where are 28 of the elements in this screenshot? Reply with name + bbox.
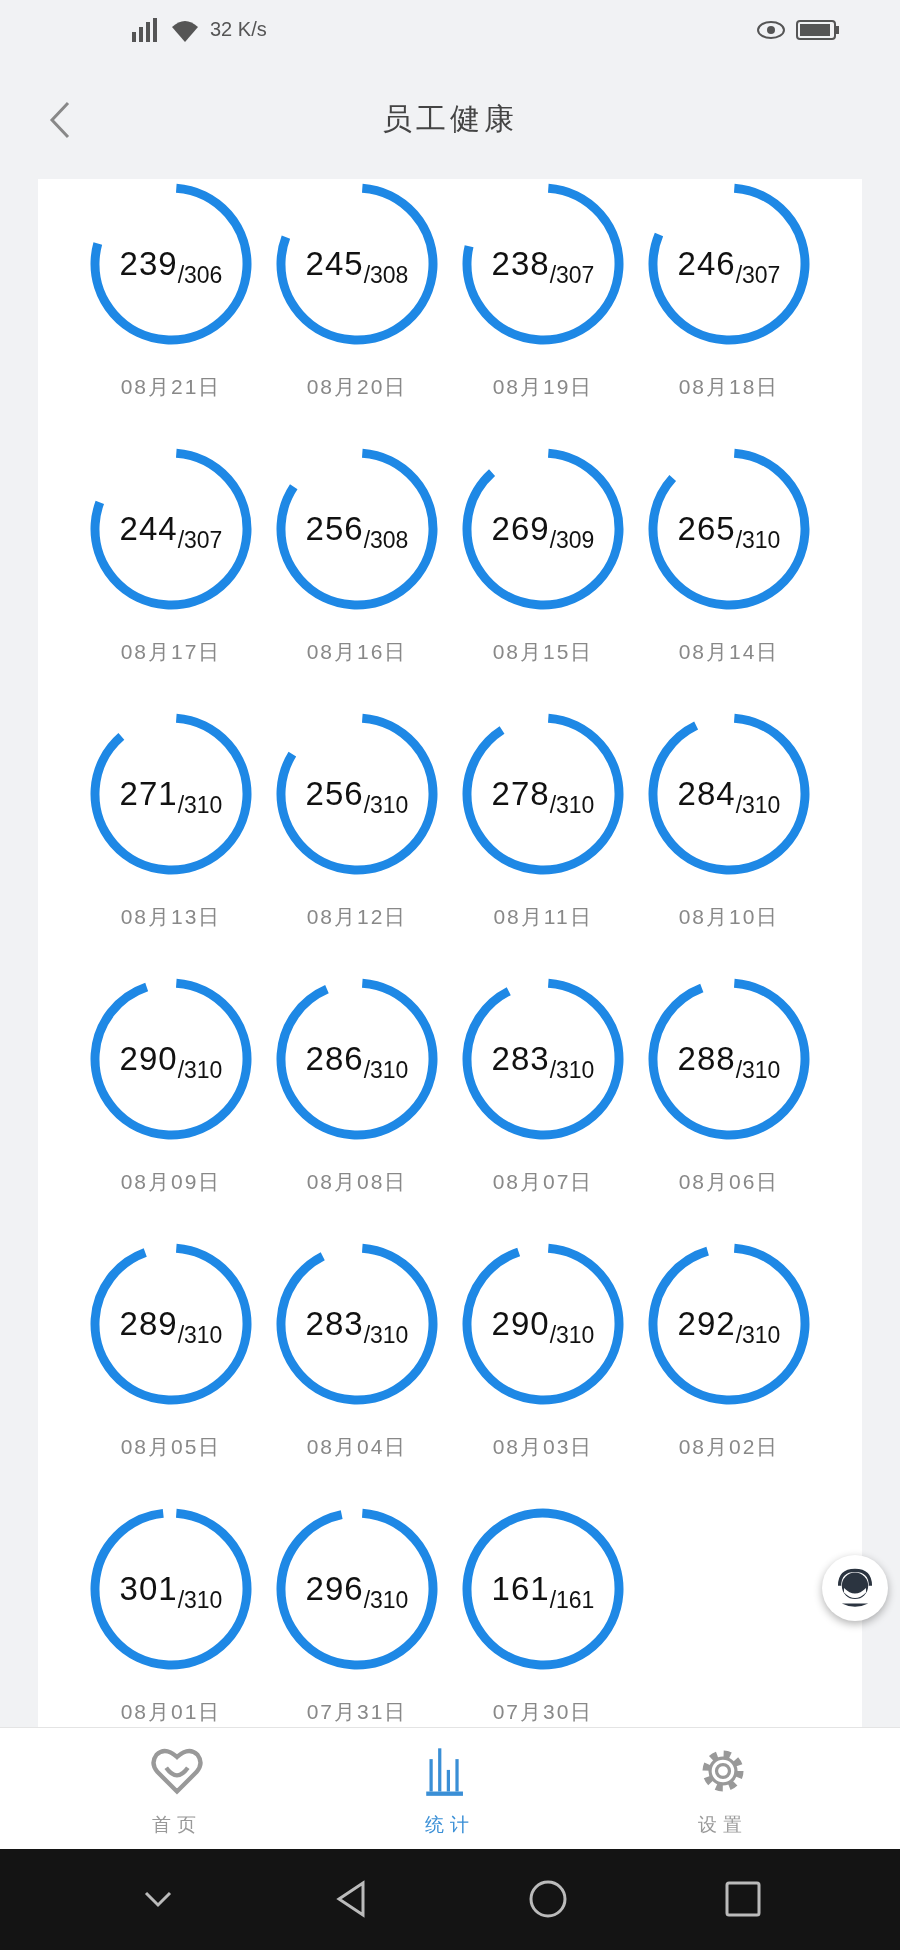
date-label: 08月17日 [120,639,222,666]
date-label: 08月08日 [306,1169,408,1196]
date-label: 08月01日 [120,1699,222,1726]
network-speed: 32 K/s [210,18,267,42]
date-label: 08月19日 [492,374,594,401]
page-title: 员工健康 [382,99,518,138]
tab-item[interactable]: 统计 [403,1728,497,1849]
date-label: 08月12日 [306,904,408,931]
date-label: 08月09日 [120,1169,222,1196]
date-label: 08月16日 [306,639,408,666]
date-label: 08月03日 [492,1434,594,1461]
date-label: 08月14日 [678,639,780,666]
date-label: 07月31日 [306,1699,408,1726]
date-label: 08月10日 [678,904,780,931]
date-label: 08月05日 [120,1434,222,1461]
date-label: 08月20日 [306,374,408,401]
date-label: 08月15日 [492,639,594,666]
tab-item[interactable]: 设置 [676,1728,771,1849]
date-label: 07月30日 [492,1699,594,1726]
date-label: 08月06日 [678,1169,780,1196]
date-label: 08月18日 [678,374,780,401]
date-label: 08月07日 [492,1169,594,1196]
date-label: 08月02日 [678,1434,780,1461]
date-label: 08月21日 [120,374,222,401]
tab-item[interactable]: 首页 [129,1728,224,1849]
date-label: 08月11日 [493,904,593,931]
date-label: 08月04日 [306,1434,408,1461]
date-label: 08月13日 [120,904,222,931]
